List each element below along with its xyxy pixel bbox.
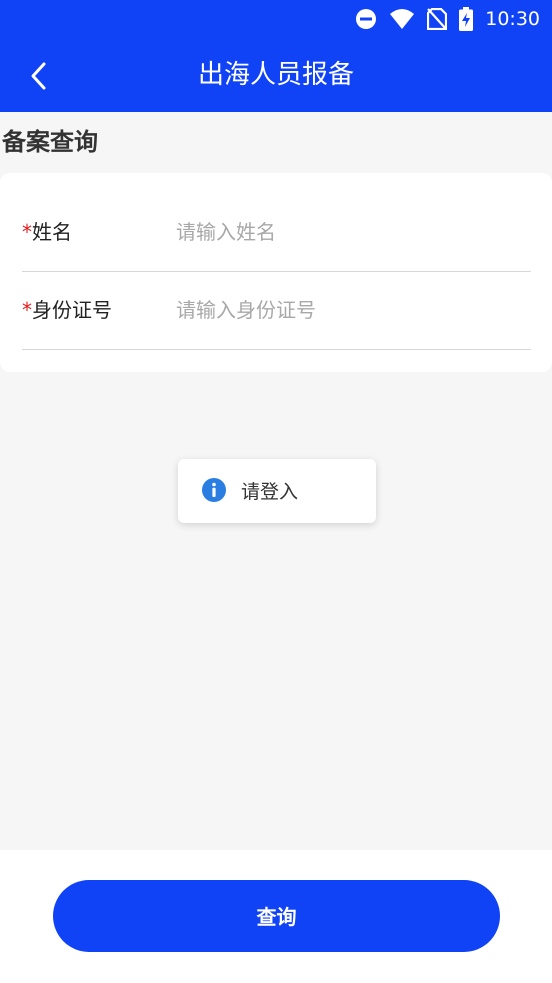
section-title: 备案查询	[2, 128, 98, 156]
do-not-disturb-icon	[356, 9, 377, 29]
form-card: *姓名 *身份证号	[0, 173, 552, 372]
back-button[interactable]	[18, 56, 58, 96]
toast-text: 请登入	[241, 481, 299, 503]
toast-message: 请登入	[178, 459, 376, 523]
status-icons: 10:30	[355, 6, 540, 32]
required-star: *	[22, 220, 32, 244]
form-row-name: *姓名	[22, 193, 531, 272]
id-number-label-text: 身份证号	[32, 298, 112, 322]
bottom-action-bar: 查询	[0, 850, 552, 983]
id-number-label: *身份证号	[22, 271, 112, 349]
status-time: 10:30	[485, 8, 540, 30]
required-star: *	[22, 298, 32, 322]
chevron-left-icon	[31, 62, 46, 90]
app-bar: 出海人员报备	[0, 38, 552, 112]
name-input[interactable]	[176, 212, 516, 252]
form-row-id-number: *身份证号	[22, 271, 531, 350]
name-label: *姓名	[22, 193, 72, 271]
name-label-text: 姓名	[32, 220, 72, 244]
battery-charging-icon	[459, 7, 474, 31]
wifi-icon	[390, 9, 415, 29]
no-sim-icon	[427, 8, 448, 30]
id-number-input[interactable]	[176, 290, 516, 330]
query-button[interactable]: 查询	[53, 880, 500, 952]
page-title: 出海人员报备	[197, 60, 354, 90]
info-icon	[202, 478, 226, 502]
status-bar: 10:30	[0, 0, 552, 38]
app-screen: 10:30 出海人员报备 备案查询 *姓名 *身份证号	[0, 0, 552, 983]
